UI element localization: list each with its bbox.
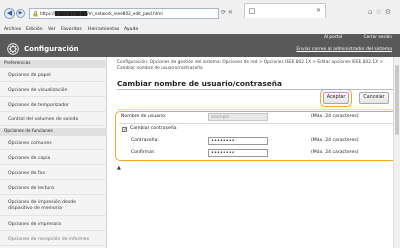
- menu-file[interactable]: Archivo: [4, 27, 21, 33]
- browser-tab[interactable]: ✕: [244, 3, 326, 18]
- confirm-input[interactable]: ••••••••: [208, 149, 268, 157]
- scrollbar[interactable]: [393, 57, 400, 248]
- menu-favorites[interactable]: Favoritos: [61, 27, 82, 33]
- form-top-divider: [117, 109, 397, 110]
- refresh-icon[interactable]: ⟳ ✕: [221, 9, 233, 16]
- sidebar-item-scan[interactable]: Opciones de lectura: [0, 183, 107, 195]
- email-admin-link[interactable]: Enviar correo al administrador del siste…: [296, 47, 392, 53]
- scrollbar-thumb[interactable]: [395, 65, 399, 135]
- confirm-hint: (Máx. 24 caracteres): [311, 150, 359, 155]
- sidebar-item-display[interactable]: Opciones de visualización: [0, 85, 107, 97]
- menu-edit[interactable]: Edición: [26, 27, 43, 33]
- header-links: Al portal Cerrar sesión: [304, 35, 392, 41]
- password-input[interactable]: ••••••••: [208, 137, 268, 145]
- change-password-label: Cambiar contraseña: [130, 126, 177, 131]
- sidebar-item-copy[interactable]: Opciones de copia: [0, 153, 107, 165]
- back-to-top-icon[interactable]: ▲: [117, 165, 121, 171]
- username-input[interactable]: example: [208, 113, 268, 121]
- sidebar-heading-preferences: Preferencias: [0, 60, 107, 68]
- sidebar: Preferencias Opciones de papel Opciones …: [0, 57, 107, 248]
- row-divider: [119, 123, 395, 124]
- cancel-button[interactable]: Cancelar: [359, 92, 389, 104]
- logout-link[interactable]: Cerrar sesión: [363, 35, 392, 40]
- settings-gear-icon: [7, 43, 19, 55]
- menu-help[interactable]: Ayuda: [124, 27, 138, 33]
- page-title: Cambiar nombre de usuario/contraseña: [117, 79, 282, 88]
- password-hint: (Máx. 24 caracteres): [311, 138, 359, 143]
- browser-chrome: ◀ ▶ https://██████████/m_network_ieee802…: [0, 0, 400, 36]
- menu-tools[interactable]: Herramientas: [88, 27, 119, 33]
- main-content: Configuración: Opciones de gestión del s…: [107, 57, 400, 248]
- sidebar-item-volume[interactable]: Control del volumen de sonido: [0, 114, 107, 126]
- lock-icon: [33, 11, 38, 17]
- sidebar-heading-functions: Opciones de funciones: [0, 128, 107, 136]
- title-divider: [117, 89, 397, 90]
- username-label: Nombre de usuario:: [121, 114, 167, 119]
- app-title: Configuración: [24, 45, 79, 53]
- url-text: https://██████████/m_network_ieee802_edi…: [40, 11, 163, 16]
- sidebar-item-fax[interactable]: Opciones de fax: [0, 168, 107, 180]
- sidebar-item-reports[interactable]: Opciones de recepción de informes: [0, 234, 107, 246]
- username-hint: (Máx. 24 caracteres): [311, 114, 359, 119]
- home-star-gear-icons[interactable]: ⌂☆⚙: [368, 8, 394, 16]
- back-button[interactable]: ◀: [4, 8, 15, 19]
- password-label: Contraseña:: [131, 138, 159, 143]
- sidebar-item-paper[interactable]: Opciones de papel: [0, 70, 107, 82]
- browser-toolbar: ◀ ▶ https://██████████/m_network_ieee802…: [0, 0, 400, 25]
- ok-button[interactable]: Aceptar: [323, 92, 349, 104]
- sidebar-item-memory-print[interactable]: Opciones de impresión desde dispositivo …: [0, 197, 107, 216]
- menu-view[interactable]: Ver: [48, 27, 56, 33]
- favicon-icon: [249, 8, 255, 14]
- sidebar-item-printer[interactable]: Opciones de impresora: [0, 219, 107, 231]
- sidebar-item-timer[interactable]: Opciones de temporizador: [0, 100, 107, 112]
- sidebar-item-common[interactable]: Opciones comunes: [0, 138, 107, 150]
- tab-close-icon[interactable]: ✕: [316, 7, 321, 14]
- portal-link[interactable]: Al portal: [324, 35, 342, 40]
- forward-button[interactable]: ▶: [16, 9, 25, 18]
- address-bar[interactable]: https://██████████/m_network_ieee802_edi…: [29, 8, 219, 19]
- app-header: Al portal Cerrar sesión Configuración En…: [0, 34, 400, 57]
- change-password-checkbox[interactable]: ✓: [122, 127, 127, 133]
- breadcrumb: Configuración: Opciones de gestión del s…: [117, 60, 383, 71]
- confirm-label: Confirmar:: [131, 150, 156, 155]
